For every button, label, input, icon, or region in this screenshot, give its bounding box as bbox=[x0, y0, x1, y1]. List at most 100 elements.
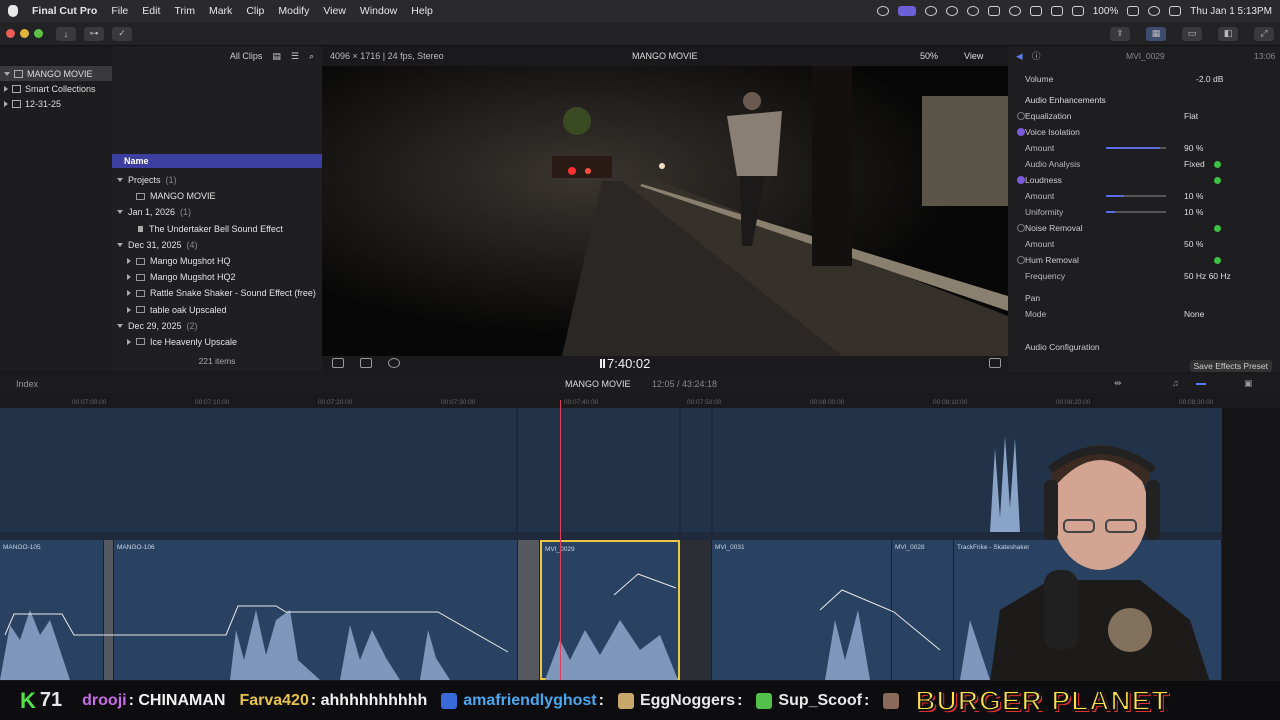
info-tab-icon[interactable]: ⓘ bbox=[1032, 50, 1041, 62]
menu-file[interactable]: File bbox=[111, 5, 128, 17]
disclosure-triangle-icon[interactable] bbox=[4, 100, 8, 107]
status-icon[interactable] bbox=[876, 6, 889, 16]
clip-appearance-icon[interactable]: ⇹ bbox=[1114, 378, 1122, 389]
menu-app-name[interactable]: Final Cut Pro bbox=[32, 5, 97, 17]
clip-filter-dropdown[interactable]: All Clips bbox=[230, 51, 263, 61]
menu-help[interactable]: Help bbox=[411, 5, 433, 17]
effects-browser-icon[interactable]: ▣ bbox=[1244, 378, 1253, 389]
disclosure-triangle-icon[interactable] bbox=[117, 242, 123, 247]
pause-button[interactable] bbox=[600, 359, 605, 368]
audio-enhancements-label[interactable]: Audio Enhancements bbox=[1025, 95, 1106, 105]
timeline-ruler[interactable]: 00:07:00:00 00:07:10:00 00:07:20:00 00:0… bbox=[0, 396, 1222, 408]
minimize-window-button[interactable] bbox=[20, 29, 29, 38]
disclosure-triangle-icon[interactable] bbox=[4, 71, 10, 76]
status-icon[interactable] bbox=[966, 6, 979, 16]
list-item[interactable]: Mango Mugshot HQ2 bbox=[112, 269, 322, 285]
clock-icon[interactable] bbox=[1008, 6, 1021, 16]
list-view-icon[interactable]: ☰ bbox=[291, 51, 299, 62]
apple-icon[interactable] bbox=[8, 5, 18, 17]
playhead[interactable] bbox=[560, 400, 561, 680]
audio-skimming-icon[interactable]: ♫ bbox=[1172, 378, 1179, 388]
display-icon[interactable] bbox=[1029, 6, 1042, 16]
search-icon[interactable]: ⌕ bbox=[309, 51, 314, 62]
menu-trim[interactable]: Trim bbox=[174, 5, 195, 17]
list-item[interactable]: The Undertaker Bell Sound Effect bbox=[112, 221, 322, 237]
menu-mark[interactable]: Mark bbox=[209, 5, 232, 17]
enable-checkbox[interactable] bbox=[1017, 112, 1025, 120]
timeline-project-dropdown[interactable]: MANGO MOVIE bbox=[565, 379, 631, 389]
volume-icon[interactable] bbox=[987, 6, 1000, 16]
audio-configuration-label[interactable]: Audio Configuration bbox=[1025, 342, 1100, 352]
disclosure-triangle-icon[interactable] bbox=[117, 178, 123, 183]
list-item[interactable]: Jan 1, 2026 (1) bbox=[112, 204, 322, 220]
globe-icon[interactable] bbox=[945, 6, 958, 16]
disclosure-triangle-icon[interactable] bbox=[127, 274, 131, 281]
list-item[interactable]: Projects (1) bbox=[112, 172, 322, 188]
list-item[interactable]: table oak Upscaled bbox=[112, 302, 322, 318]
save-effects-preset-button[interactable]: Save Effects Preset bbox=[1189, 360, 1272, 372]
zoom-slider[interactable] bbox=[1196, 383, 1206, 385]
battery-icon[interactable] bbox=[1127, 6, 1140, 16]
enable-checkbox[interactable] bbox=[1017, 256, 1025, 264]
viewer-enhance-icon[interactable] bbox=[360, 358, 372, 368]
inspector-value[interactable]: 50 Hz 60 Hz bbox=[1184, 271, 1231, 281]
list-item[interactable]: Mango Mugshot HQ bbox=[112, 253, 322, 269]
inspector-value[interactable]: None bbox=[1184, 309, 1204, 319]
close-window-button[interactable] bbox=[6, 29, 15, 38]
inspector-slider[interactable] bbox=[1106, 147, 1166, 149]
library-item-smart-collections[interactable]: Smart Collections bbox=[0, 81, 112, 96]
inspector-slider[interactable] bbox=[1106, 211, 1166, 213]
screen-record-icon[interactable] bbox=[897, 6, 916, 16]
disclosure-triangle-icon[interactable] bbox=[117, 323, 123, 328]
inspector-slider[interactable] bbox=[1106, 195, 1166, 197]
inspector-value[interactable]: Flat bbox=[1184, 111, 1198, 121]
bluetooth-icon[interactable] bbox=[1050, 6, 1063, 16]
inspector-value[interactable]: 10 % bbox=[1184, 191, 1203, 201]
list-item[interactable]: MANGO MOVIE bbox=[112, 188, 322, 204]
menu-window[interactable]: Window bbox=[360, 5, 397, 17]
browser-toggle-icon[interactable]: ▦ bbox=[1146, 26, 1166, 41]
zoom-window-button[interactable] bbox=[34, 29, 43, 38]
menu-clock[interactable]: Thu Jan 1 5:13PM bbox=[1190, 6, 1272, 17]
inspector-value[interactable]: 50 % bbox=[1184, 239, 1203, 249]
list-item[interactable]: Dec 31, 2025 (4) bbox=[112, 237, 322, 253]
timeline-toggle-icon[interactable]: ▭ bbox=[1182, 26, 1202, 41]
share-icon[interactable]: ⇪ bbox=[1110, 26, 1130, 41]
disclosure-triangle-icon[interactable] bbox=[117, 210, 123, 215]
fullscreen-viewer-icon[interactable] bbox=[989, 358, 1001, 368]
inspector-value[interactable]: Fixed bbox=[1184, 159, 1205, 169]
control-center-icon[interactable] bbox=[1169, 6, 1182, 16]
import-icon[interactable]: ↓ bbox=[56, 26, 76, 41]
viewer-video-frame[interactable] bbox=[322, 66, 1008, 356]
list-item[interactable]: Dec 29, 2025 (2) bbox=[112, 318, 322, 334]
disclosure-triangle-icon[interactable] bbox=[127, 258, 131, 265]
keywords-icon[interactable]: ⊶ bbox=[84, 26, 104, 41]
disclosure-triangle-icon[interactable] bbox=[127, 290, 131, 297]
enable-checkbox[interactable] bbox=[1017, 224, 1025, 232]
background-tasks-icon[interactable]: ✓ bbox=[112, 26, 132, 41]
library-item-mango-movie[interactable]: MANGO MOVIE bbox=[0, 66, 112, 81]
viewer-view-dropdown[interactable]: View bbox=[964, 51, 983, 61]
menu-clip[interactable]: Clip bbox=[246, 5, 264, 17]
inspector-value[interactable]: 90 % bbox=[1184, 143, 1203, 153]
viewer-speed-icon[interactable] bbox=[388, 358, 400, 368]
library-item-event[interactable]: 12-31-25 bbox=[0, 96, 112, 111]
list-item[interactable]: Ice Heavenly Upscale bbox=[112, 334, 322, 350]
search-icon[interactable] bbox=[1148, 6, 1161, 16]
status-icon[interactable] bbox=[924, 6, 937, 16]
inspector-toggle-icon[interactable]: ◧ bbox=[1218, 26, 1238, 41]
name-column-header[interactable]: Name bbox=[112, 154, 322, 168]
viewer-transform-icon[interactable] bbox=[332, 358, 344, 368]
enable-checkbox[interactable] bbox=[1017, 128, 1025, 136]
wifi-icon[interactable] bbox=[1071, 6, 1084, 16]
audio-tab-icon[interactable]: ◀ bbox=[1016, 51, 1023, 62]
disclosure-triangle-icon[interactable] bbox=[4, 85, 8, 92]
disclosure-triangle-icon[interactable] bbox=[127, 306, 131, 313]
volume-value[interactable]: -2.0 dB bbox=[1196, 74, 1223, 84]
timeline-index-button[interactable]: Index bbox=[16, 379, 38, 389]
enable-checkbox[interactable] bbox=[1017, 176, 1025, 184]
clip-appearance-icon[interactable]: ▤ bbox=[272, 51, 281, 62]
menu-view[interactable]: View bbox=[323, 5, 346, 17]
inspector-value[interactable]: 10 % bbox=[1184, 207, 1203, 217]
menu-modify[interactable]: Modify bbox=[278, 5, 309, 17]
